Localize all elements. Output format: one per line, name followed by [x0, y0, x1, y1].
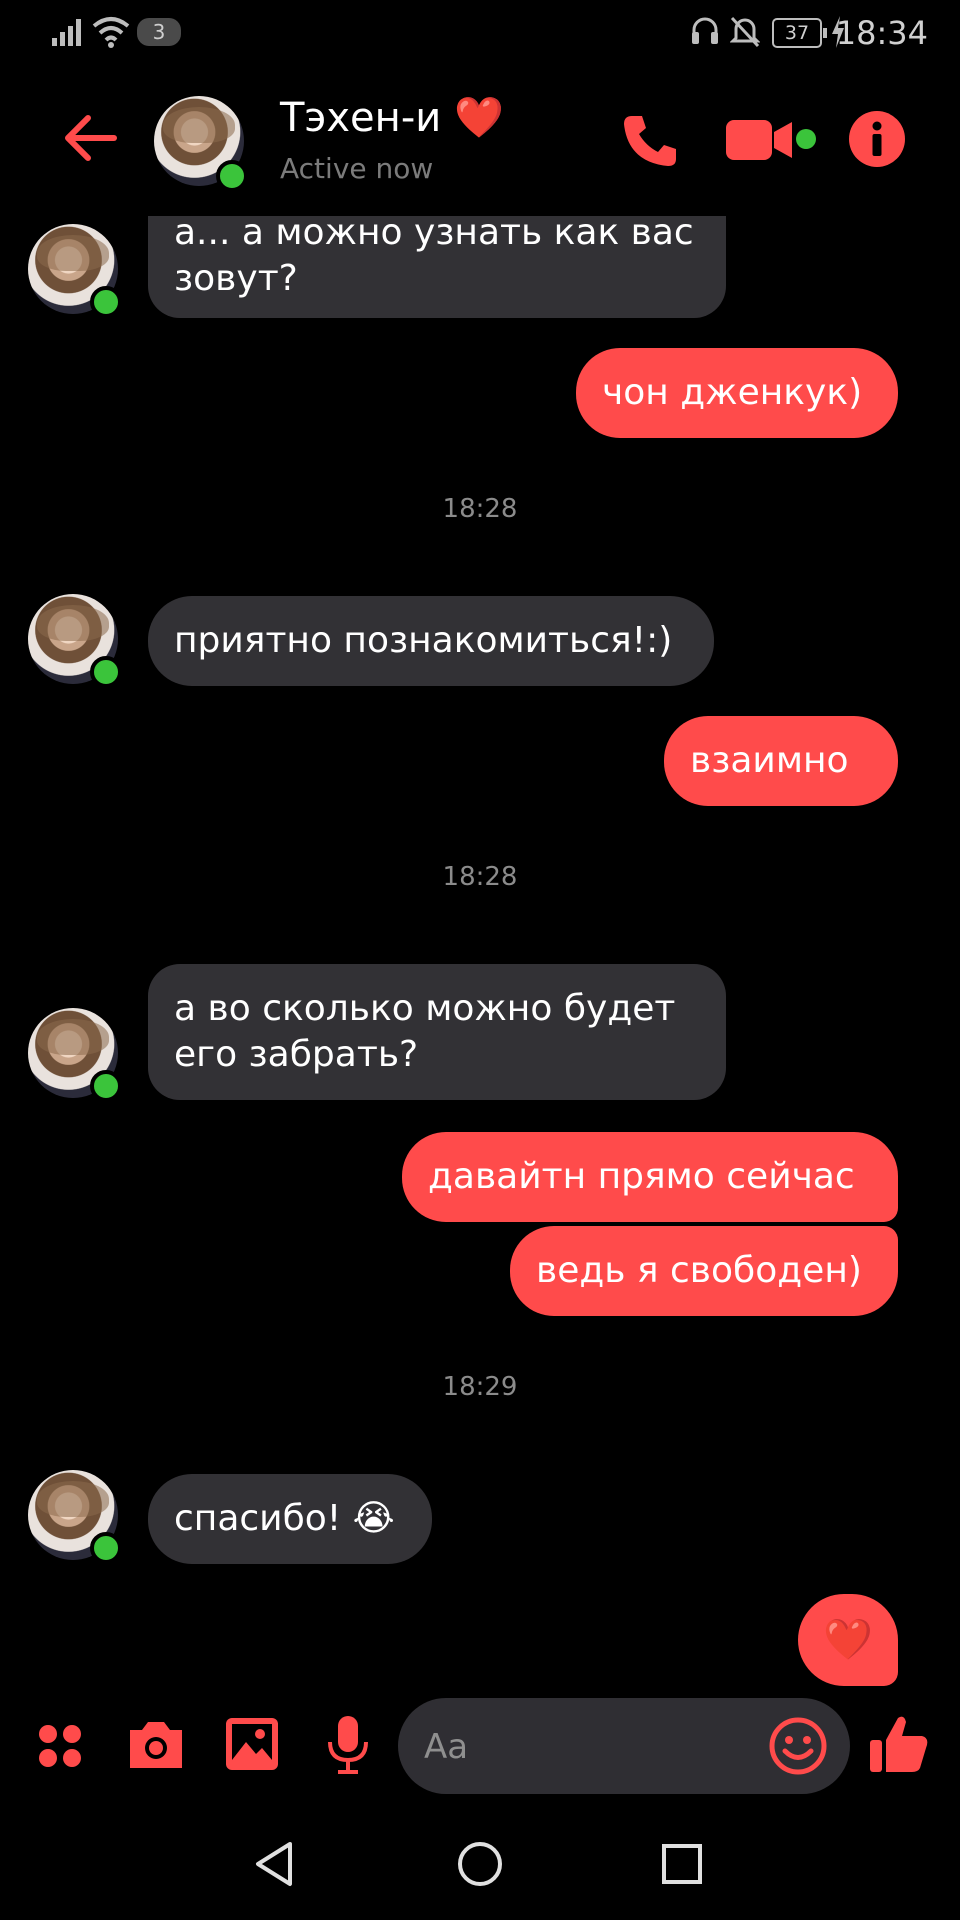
incoming-message-bubble[interactable]: а во сколько можно будет его забрать? [148, 964, 726, 1100]
info-icon[interactable] [848, 110, 906, 168]
message-timestamp: 18:28 [442, 862, 518, 892]
message-timestamp: 18:29 [442, 1372, 518, 1402]
online-indicator [90, 656, 122, 688]
message-text-line: а... а можно узнать как вас [174, 212, 694, 253]
apps-grid-icon[interactable] [36, 1722, 84, 1770]
message-input[interactable] [422, 1718, 756, 1776]
online-indicator [90, 286, 122, 318]
heart-reaction-bubble[interactable]: ❤️ [798, 1594, 898, 1686]
back-triangle-icon[interactable] [252, 1840, 296, 1888]
status-bar: 3 37 18:34 [0, 0, 960, 66]
signal-icon [52, 19, 81, 46]
battery-indicator: 37 [772, 18, 827, 48]
online-indicator [90, 1070, 122, 1102]
image-gallery-icon[interactable] [224, 1716, 280, 1772]
message-text-line: зовут? [174, 258, 298, 299]
system-navigation-bar [0, 1806, 960, 1920]
active-status: Active now [280, 152, 434, 185]
online-indicator [216, 160, 248, 192]
video-call-icon[interactable] [724, 114, 820, 164]
online-indicator [90, 1532, 122, 1564]
message-timestamp: 18:28 [442, 494, 518, 524]
chat-header: Тэхен-и ❤️ Active now [0, 66, 960, 216]
home-circle-icon[interactable] [456, 1840, 504, 1888]
wifi-icon [92, 17, 130, 48]
incoming-message-bubble[interactable]: а... а можно узнать как вас зовут? [148, 212, 726, 318]
clock: 18:34 [835, 14, 928, 52]
incoming-message-bubble[interactable]: спасибо! 😭 [148, 1474, 432, 1564]
outgoing-message-bubble[interactable]: чон дженкук) [576, 348, 898, 438]
incoming-message-bubble[interactable]: приятно познакомиться!:) [148, 596, 714, 686]
outgoing-message-bubble[interactable]: давайтн прямо сейчас [402, 1132, 898, 1222]
phone-call-icon[interactable] [620, 112, 678, 170]
message-text-line: а во сколько можно будет [174, 988, 676, 1029]
contact-name[interactable]: Тэхен-и ❤️ [280, 94, 504, 141]
notification-count-badge: 3 [137, 18, 181, 46]
message-composer [398, 1698, 850, 1794]
thumbs-up-icon[interactable] [868, 1712, 932, 1776]
outgoing-message-bubble[interactable]: взаимно [664, 716, 898, 806]
recent-apps-icon[interactable] [660, 1842, 704, 1886]
mute-bell-icon [730, 16, 760, 48]
message-text-line: его забрать? [174, 1034, 419, 1075]
camera-icon[interactable] [126, 1718, 186, 1770]
headphones-icon [692, 17, 718, 44]
outgoing-message-bubble[interactable]: ведь я свободен) [510, 1226, 898, 1316]
emoji-icon[interactable] [768, 1716, 828, 1776]
microphone-icon[interactable] [326, 1714, 370, 1776]
back-arrow-icon[interactable] [62, 114, 118, 162]
